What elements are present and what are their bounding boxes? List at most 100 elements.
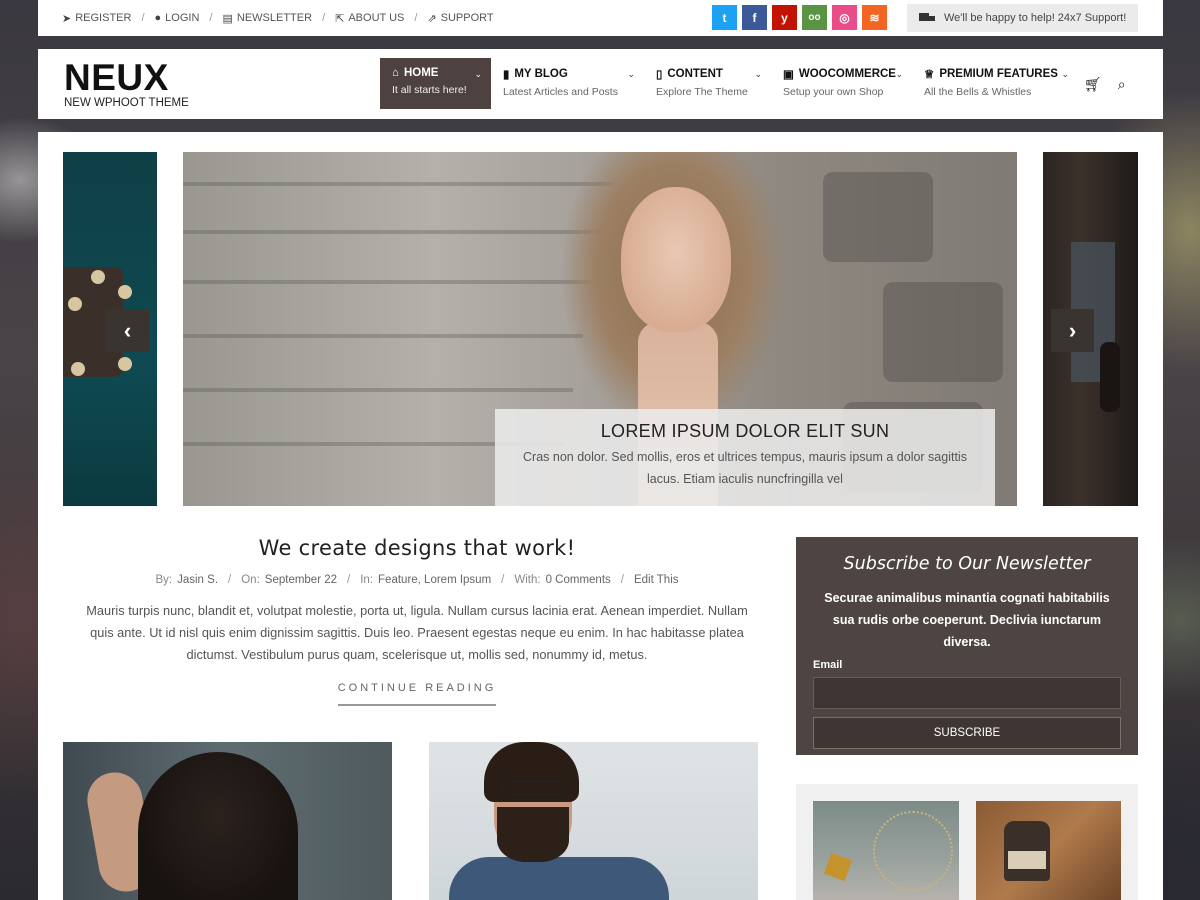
yelp-icon[interactable]: y [772, 5, 797, 30]
continue-reading-link[interactable]: CONTINUE READING [337, 682, 497, 706]
meta-comments[interactable]: 0 Comments [546, 574, 611, 586]
login-link[interactable]: ● LOGIN [155, 12, 200, 24]
cart-icon[interactable]: 🛒︎ [1084, 76, 1102, 93]
dribbble-icon[interactable]: ◎ [832, 5, 857, 30]
truck-icon [919, 12, 935, 24]
meta-edit-link[interactable]: Edit This [634, 574, 679, 586]
nav-item-premium-features[interactable]: ♕ PREMIUM FEATURES All the Bells & Whistl… [912, 58, 1078, 109]
nav-blog-title: MY BLOG [514, 68, 568, 80]
login-label: LOGIN [165, 12, 200, 24]
slider-next-button[interactable]: › [1051, 309, 1094, 352]
chevron-down-icon: ⌄ [895, 69, 903, 79]
top-bar: ➤ REGISTER / ● LOGIN / ▤ NEWSLETTER / ⇱ … [38, 0, 1163, 36]
newsletter-title: Subscribe to Our Newsletter [843, 554, 1091, 574]
nav-woocommerce-title: WOOCOMMERCE [798, 68, 896, 80]
post-excerpt: Mauris turpis nunc, blandit et, volutpat… [86, 603, 748, 662]
nav-content-subtitle: Explore The Theme [656, 86, 748, 98]
nav-item-home[interactable]: ⌂ HOME It all starts here! ⌄ [380, 58, 491, 109]
separator: / [414, 12, 418, 24]
separator: / [228, 574, 232, 586]
gift-icon: ▣ [783, 69, 794, 81]
chevron-down-icon: ⌄ [627, 69, 635, 79]
book-icon: ▮ [503, 69, 510, 81]
nav-blog-subtitle: Latest Articles and Posts [503, 86, 618, 98]
slide-photo-face [621, 187, 731, 332]
rss-icon[interactable]: ≋ [862, 5, 887, 30]
gift-box [823, 852, 853, 882]
separator: / [322, 12, 326, 24]
nav-premium-subtitle: All the Bells & Whistles [924, 86, 1032, 98]
widget-image[interactable] [813, 801, 959, 900]
separator: / [347, 574, 351, 586]
thumb-glasses [501, 780, 567, 796]
thumb-shirt [449, 857, 669, 900]
trophy-icon: ♕ [924, 69, 935, 81]
slide-description: Cras non dolor. Sed mollis, eros et ultr… [523, 450, 967, 486]
chevron-down-icon: ⌄ [1061, 69, 1069, 79]
meta-author[interactable]: Jasin S. [177, 574, 218, 586]
support-label: SUPPORT [440, 12, 494, 24]
slider-prev-button[interactable]: ‹ [106, 309, 149, 352]
tuning-peg [118, 357, 132, 371]
home-icon: ⌂ [392, 67, 399, 79]
twitter-icon[interactable]: t [712, 5, 737, 30]
nav-premium-title: PREMIUM FEATURES [939, 68, 1058, 80]
subscribe-button[interactable]: SUBSCRIBE [813, 717, 1121, 749]
about-us-link[interactable]: ⇱ ABOUT US [335, 12, 404, 25]
post-title[interactable]: We create designs that work! [63, 536, 771, 560]
thumb-hair [138, 752, 298, 900]
chevron-left-icon: ‹ [123, 317, 132, 343]
tripadvisor-icon[interactable]: oo [802, 5, 827, 30]
social-icons: t f y oo ◎ ≋ [712, 5, 887, 30]
about-us-label: ABOUT US [348, 12, 405, 24]
register-link[interactable]: ➤ REGISTER [62, 12, 131, 25]
top-links: ➤ REGISTER / ● LOGIN / ▤ NEWSLETTER / ⇱ … [62, 12, 494, 25]
nav-home-title: HOME [403, 67, 439, 79]
site-logo[interactable]: NEUX NEW WPHOOT THEME [64, 57, 189, 110]
nav-item-content[interactable]: ▯ CONTENT Explore The Theme ⌄ [644, 58, 771, 109]
meta-categories[interactable]: Feature, Lorem Ipsum [378, 574, 491, 586]
chevron-right-icon: › [1068, 317, 1077, 343]
nav-item-woocommerce[interactable]: ▣ WOOCOMMERCE Setup your own Shop ⌄ [771, 58, 912, 109]
separator: / [620, 574, 624, 586]
newsletter-link[interactable]: ▤ NEWSLETTER [222, 12, 312, 25]
meta-date: September 22 [264, 574, 338, 586]
post-meta: By: Jasin S. / On: September 22 / In: Fe… [63, 574, 771, 586]
newsletter-description: Securae animalibus minantia cognati habi… [824, 591, 1110, 649]
meta-with-label: With: [514, 574, 541, 586]
nav-woocommerce-subtitle: Setup your own Shop [783, 86, 884, 98]
meta-in-label: In: [360, 574, 374, 586]
image-widget [796, 784, 1138, 900]
header-icons: 🛒︎ ⌕ [1084, 76, 1126, 93]
post-thumbnail[interactable] [429, 742, 758, 900]
site-header: NEUX NEW WPHOOT THEME ⌂ HOME It all start… [38, 49, 1163, 119]
main-content: LOREM IPSUM DOLOR ELIT SUN Cras non dolo… [38, 132, 1163, 900]
post-thumbnail[interactable] [63, 742, 392, 900]
facebook-icon[interactable]: f [742, 5, 767, 30]
chevron-down-icon: ⌄ [474, 69, 482, 79]
stair-step [183, 388, 573, 392]
user-icon: ● [154, 12, 162, 24]
logo-tagline: NEW WPHOOT THEME [64, 97, 189, 109]
file-icon: ▯ [656, 69, 663, 81]
email-field[interactable] [813, 677, 1121, 709]
newsletter-label: NEWSLETTER [236, 12, 313, 24]
separator: / [141, 12, 145, 24]
register-label: REGISTER [75, 12, 132, 24]
logo-text: NEUX [64, 57, 169, 98]
widget-image[interactable] [976, 801, 1121, 900]
slide-current[interactable]: LOREM IPSUM DOLOR ELIT SUN Cras non dolo… [183, 152, 1017, 506]
separator: / [209, 12, 213, 24]
newsletter-widget: Subscribe to Our Newsletter Securae anim… [796, 537, 1138, 755]
pepper-mill [1100, 342, 1120, 412]
slide-title: LOREM IPSUM DOLOR ELIT SUN [600, 421, 890, 441]
nav-item-my-blog[interactable]: ▮ MY BLOG Latest Articles and Posts ⌄ [491, 58, 644, 109]
external-link-icon: ⇱ [335, 12, 345, 25]
nav-content-title: CONTENT [667, 68, 723, 80]
meta-on-label: On: [241, 574, 260, 586]
thumb-beard [497, 807, 569, 862]
slide-caption: LOREM IPSUM DOLOR ELIT SUN Cras non dolo… [495, 409, 995, 506]
search-icon[interactable]: ⌕ [1118, 76, 1126, 93]
support-link[interactable]: ⇗ SUPPORT [427, 12, 493, 25]
stair-step [183, 334, 583, 338]
